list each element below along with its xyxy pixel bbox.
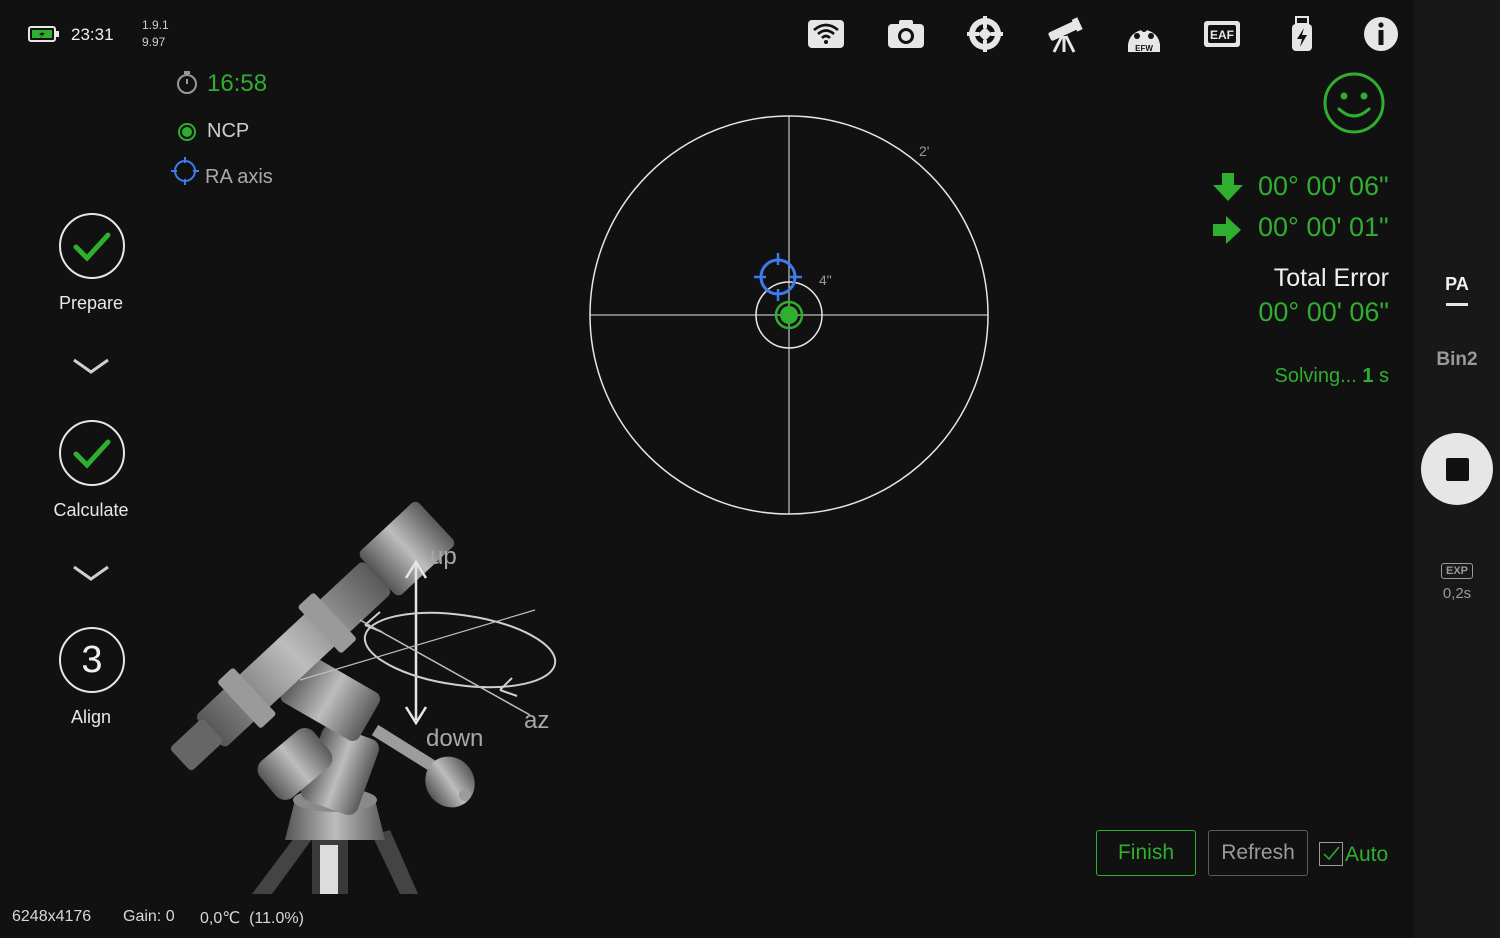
image-resolution: 6248x4176 — [12, 908, 92, 925]
auto-label[interactable]: Auto — [1345, 843, 1388, 867]
chevron-down-icon — [71, 563, 111, 583]
ncp-label: NCP — [207, 120, 250, 142]
auto-checkbox[interactable] — [1319, 842, 1343, 866]
solving-prefix: Solving... — [1274, 365, 1363, 387]
azimuth-error-value: 00° 00' 01" — [1258, 212, 1389, 242]
exposure-icon: EXP — [1440, 563, 1473, 579]
checkmark-icon — [1323, 846, 1340, 861]
mode-tab-pa-label: PA — [1445, 274, 1469, 294]
refresh-button[interactable]: Refresh — [1208, 830, 1308, 876]
step-align-label: Align — [70, 707, 112, 727]
mount-illustration: up down az — [160, 500, 570, 894]
info-icon[interactable] — [1361, 14, 1401, 54]
step-align-number-text: 3 — [81, 638, 103, 681]
battery-icon — [28, 25, 60, 48]
exposure-value: 0,2s — [1442, 585, 1472, 602]
total-error-label: Total Error — [1273, 264, 1389, 292]
telescope-icon[interactable] — [1044, 14, 1084, 54]
step-calculate-label: Calculate — [53, 500, 129, 520]
step-prepare-label: Prepare — [58, 293, 124, 313]
outer-ring-label: 2' — [919, 143, 929, 159]
gain-readout: Gain: 0 — [123, 908, 175, 925]
efw-icon[interactable]: EFW — [1124, 14, 1164, 54]
step-align-number: 3 — [59, 627, 125, 693]
total-error-value: 00° 00' 06" — [1258, 297, 1389, 327]
eaf-icon[interactable]: EAF — [1202, 14, 1242, 54]
chevron-down-icon — [71, 356, 111, 376]
camera-icon[interactable] — [886, 14, 926, 54]
focus-target-icon[interactable] — [965, 14, 1005, 54]
solving-unit: s — [1373, 365, 1389, 387]
altitude-error-value: 00° 00' 06" — [1258, 171, 1389, 201]
stop-button[interactable] — [1421, 433, 1493, 505]
inner-ring-label: 4" — [819, 272, 832, 288]
solving-count: 1 — [1362, 365, 1374, 387]
illustration-up-label: up — [430, 543, 457, 570]
smiley-status-icon — [1322, 71, 1386, 140]
temperature-readout: 0,0℃ (11.0%) — [200, 910, 304, 927]
svg-text:EFW: EFW — [1135, 44, 1153, 53]
illustration-az-label: az — [524, 707, 549, 734]
arrow-down-icon — [1212, 172, 1244, 207]
ra-axis-label: RA axis — [205, 166, 273, 188]
usb-power-icon[interactable] — [1282, 14, 1322, 54]
svg-text:EAF: EAF — [1210, 28, 1234, 42]
step-calculate-check-icon — [59, 420, 125, 486]
wifi-icon[interactable] — [806, 14, 846, 54]
exposure-button[interactable]: EXP 0,2s — [1414, 561, 1500, 602]
elapsed-timer: 16:58 — [207, 70, 268, 97]
ra-axis-crosshair-icon — [754, 253, 802, 301]
illustration-down-label: down — [426, 725, 483, 752]
ncp-marker-icon — [177, 122, 197, 147]
mode-tab-pa[interactable]: PA — [1414, 274, 1500, 306]
version-line-2: 9.97 — [142, 35, 166, 49]
step-prepare-check-icon — [59, 213, 125, 279]
clock-time: 23:31 — [71, 25, 114, 44]
stopwatch-icon — [175, 69, 199, 100]
stop-icon — [1445, 457, 1469, 481]
right-sidebar: PA Bin2 EXP 0,2s — [1414, 0, 1500, 938]
bin-mode-button[interactable]: Bin2 — [1414, 349, 1500, 371]
solving-status: Solving... 1 s — [1274, 365, 1389, 388]
arrow-right-icon — [1212, 215, 1242, 250]
ra-axis-marker-icon — [170, 156, 200, 191]
alignment-target: 2' 4" — [580, 105, 1000, 525]
mode-tab-pa-underline — [1446, 303, 1468, 306]
finish-button[interactable]: Finish — [1096, 830, 1196, 876]
version-line-1: 1.9.1 — [142, 18, 169, 32]
